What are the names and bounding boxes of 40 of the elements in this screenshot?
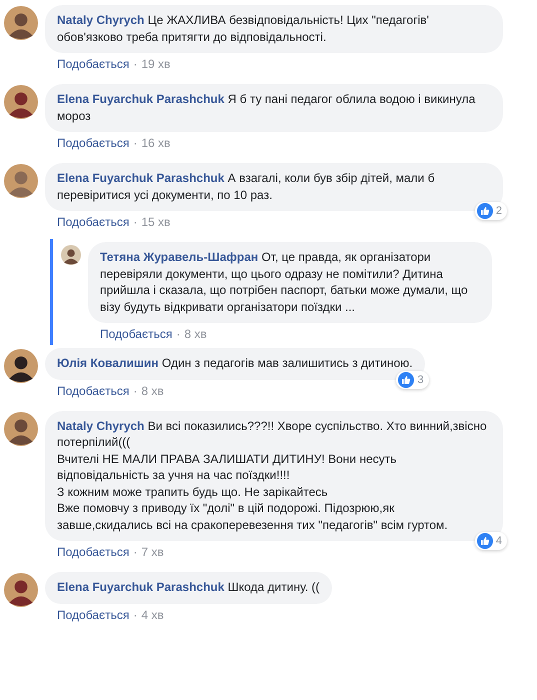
like-link[interactable]: Подобається — [57, 608, 130, 622]
comment-text: Тетяна Журавель-Шафран От, це правда, як організатори перевіряли документи, що цього одразу не помітили? Дитина прийшла і сказала, що потрібен паспорт, батьки може думали, що візу будуть відкривати організатори поїздки ... — [100, 249, 469, 315]
like-icon — [398, 372, 414, 388]
separator-dot: · — [176, 327, 180, 341]
avatar-icon[interactable] — [4, 349, 38, 383]
separator-dot: · — [133, 608, 138, 622]
separator-dot: · — [133, 545, 138, 559]
comment-text: Elena Fuyarchuk Parashchuk Шкода дитину. (( — [57, 579, 320, 596]
author-link[interactable]: Elena Fuyarchuk Parashchuk — [57, 171, 224, 185]
separator-dot: · — [133, 384, 138, 398]
author-link[interactable]: Elena Fuyarchuk Parashchuk — [57, 92, 224, 106]
like-link[interactable]: Подобається — [57, 57, 130, 71]
reaction-count: 2 — [496, 205, 502, 217]
avatar-icon[interactable] — [4, 573, 38, 607]
comment-text: Nataly Chyrych Ви всі показились???!! Хворе суспільство. Хто винний,звісно потерпілий((( Вчителі НЕ МАЛИ ПРАВА ЗАЛИШАТИ ДИТИНУ! Вони несуть відповідальність за учня на час поїздки!!!! З кожним може трапить будь що. Не зарікайтесь Вже помовчу з приводу їх "долі" в цій подорожі. Підозрюю,як завше,скидались всі на сракоперевезення тих "педагогів" всім гуртом. — [57, 418, 488, 533]
reaction-count: 4 — [496, 535, 502, 547]
like-link[interactable]: Подобається — [57, 545, 130, 559]
avatar-icon[interactable] — [61, 245, 81, 265]
author-link[interactable]: Elena Fuyarchuk Parashchuk — [57, 580, 224, 594]
author-link[interactable]: Юлія Ковалишин — [57, 356, 159, 370]
like-link[interactable]: Подобається — [57, 215, 130, 229]
comment-text: Юлія Ковалишин Один з педагогів мав залишитись з дитиною. — [57, 355, 413, 372]
author-link[interactable]: Тетяна Журавель-Шафран — [100, 250, 258, 264]
separator-dot: · — [133, 57, 138, 71]
separator-dot: · — [133, 215, 138, 229]
like-link[interactable]: Подобається — [57, 136, 130, 150]
like-link[interactable]: Подобається — [57, 384, 130, 398]
like-icon — [476, 203, 493, 219]
avatar-icon[interactable] — [4, 6, 38, 40]
like-icon — [476, 533, 493, 549]
comment-text: Elena Fuyarchuk Parashchuk А взагалі, коли був збір дітей, мали б перевіритися усі документи, по 10 раз. — [57, 170, 436, 203]
avatar-icon[interactable] — [4, 85, 38, 119]
separator-dot: · — [133, 136, 138, 150]
avatar-icon[interactable] — [4, 412, 38, 446]
reaction-count: 3 — [417, 374, 424, 386]
comment-text: Nataly Chyrych Це ЖАХЛИВА безвідповідальність! Цих "педагогів' обов'язково треба притягти до відповідальності. — [57, 12, 430, 45]
author-link[interactable]: Nataly Chyrych — [57, 13, 144, 27]
author-link[interactable]: Nataly Chyrych — [57, 418, 144, 432]
like-link[interactable]: Подобається — [100, 327, 172, 341]
comment-text: Elena Fuyarchuk Parashchuk Я б ту пані педагог облила водою і викинула мороз — [57, 91, 476, 124]
